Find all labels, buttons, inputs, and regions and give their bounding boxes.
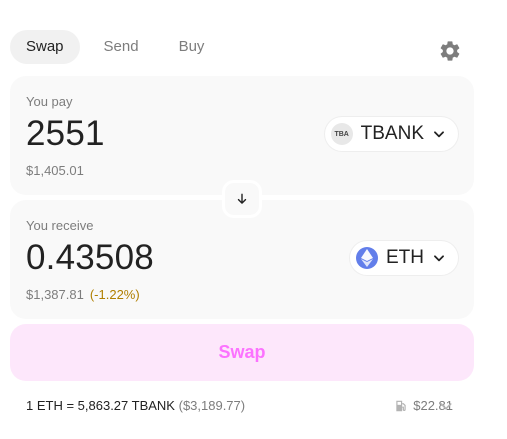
price-impact: (-1.22%)	[89, 287, 140, 302]
exchange-rate[interactable]: 1 ETH = 5,863.27 TBANK ($3,189.77)	[26, 398, 245, 413]
exchange-rate-value: 1 ETH = 5,863.27 TBANK	[26, 398, 175, 413]
eth-token-icon	[356, 247, 378, 269]
pay-usd-value: $1,405.01	[26, 163, 84, 178]
tab-send[interactable]: Send	[88, 30, 155, 64]
pay-amount-input[interactable]: 2551	[26, 114, 105, 154]
receive-token-symbol: ETH	[386, 247, 424, 268]
chevron-down-icon[interactable]	[438, 398, 454, 414]
receive-amount-input[interactable]: 0.43508	[26, 238, 154, 278]
receive-usd-value: $1,387.81 (-1.22%)	[26, 287, 140, 302]
pay-panel: You pay 2551 $1,405.01 TBA TBANK	[10, 76, 474, 195]
receive-token-selector[interactable]: ETH	[350, 241, 458, 275]
tab-bar: Swap Send Buy	[10, 30, 228, 64]
chevron-down-icon	[434, 255, 444, 262]
tbank-token-icon: TBA	[330, 123, 353, 145]
ethereum-icon	[361, 249, 373, 267]
exchange-rate-usd: ($3,189.77)	[178, 398, 246, 413]
chevron-down-icon	[434, 131, 444, 138]
gear-icon[interactable]	[438, 39, 462, 63]
swap-button[interactable]: Swap	[10, 324, 474, 381]
tab-swap[interactable]: Swap	[10, 30, 80, 64]
gas-pump-icon	[396, 400, 406, 411]
receive-label: You receive	[26, 218, 94, 233]
receive-usd-amount: $1,387.81	[26, 287, 84, 302]
tab-buy[interactable]: Buy	[163, 30, 221, 64]
switch-tokens-button[interactable]	[222, 180, 262, 218]
pay-token-selector[interactable]: TBA TBANK	[324, 117, 458, 151]
pay-label: You pay	[26, 94, 73, 109]
arrow-down-icon	[237, 193, 247, 204]
pay-token-symbol: TBANK	[360, 123, 424, 144]
